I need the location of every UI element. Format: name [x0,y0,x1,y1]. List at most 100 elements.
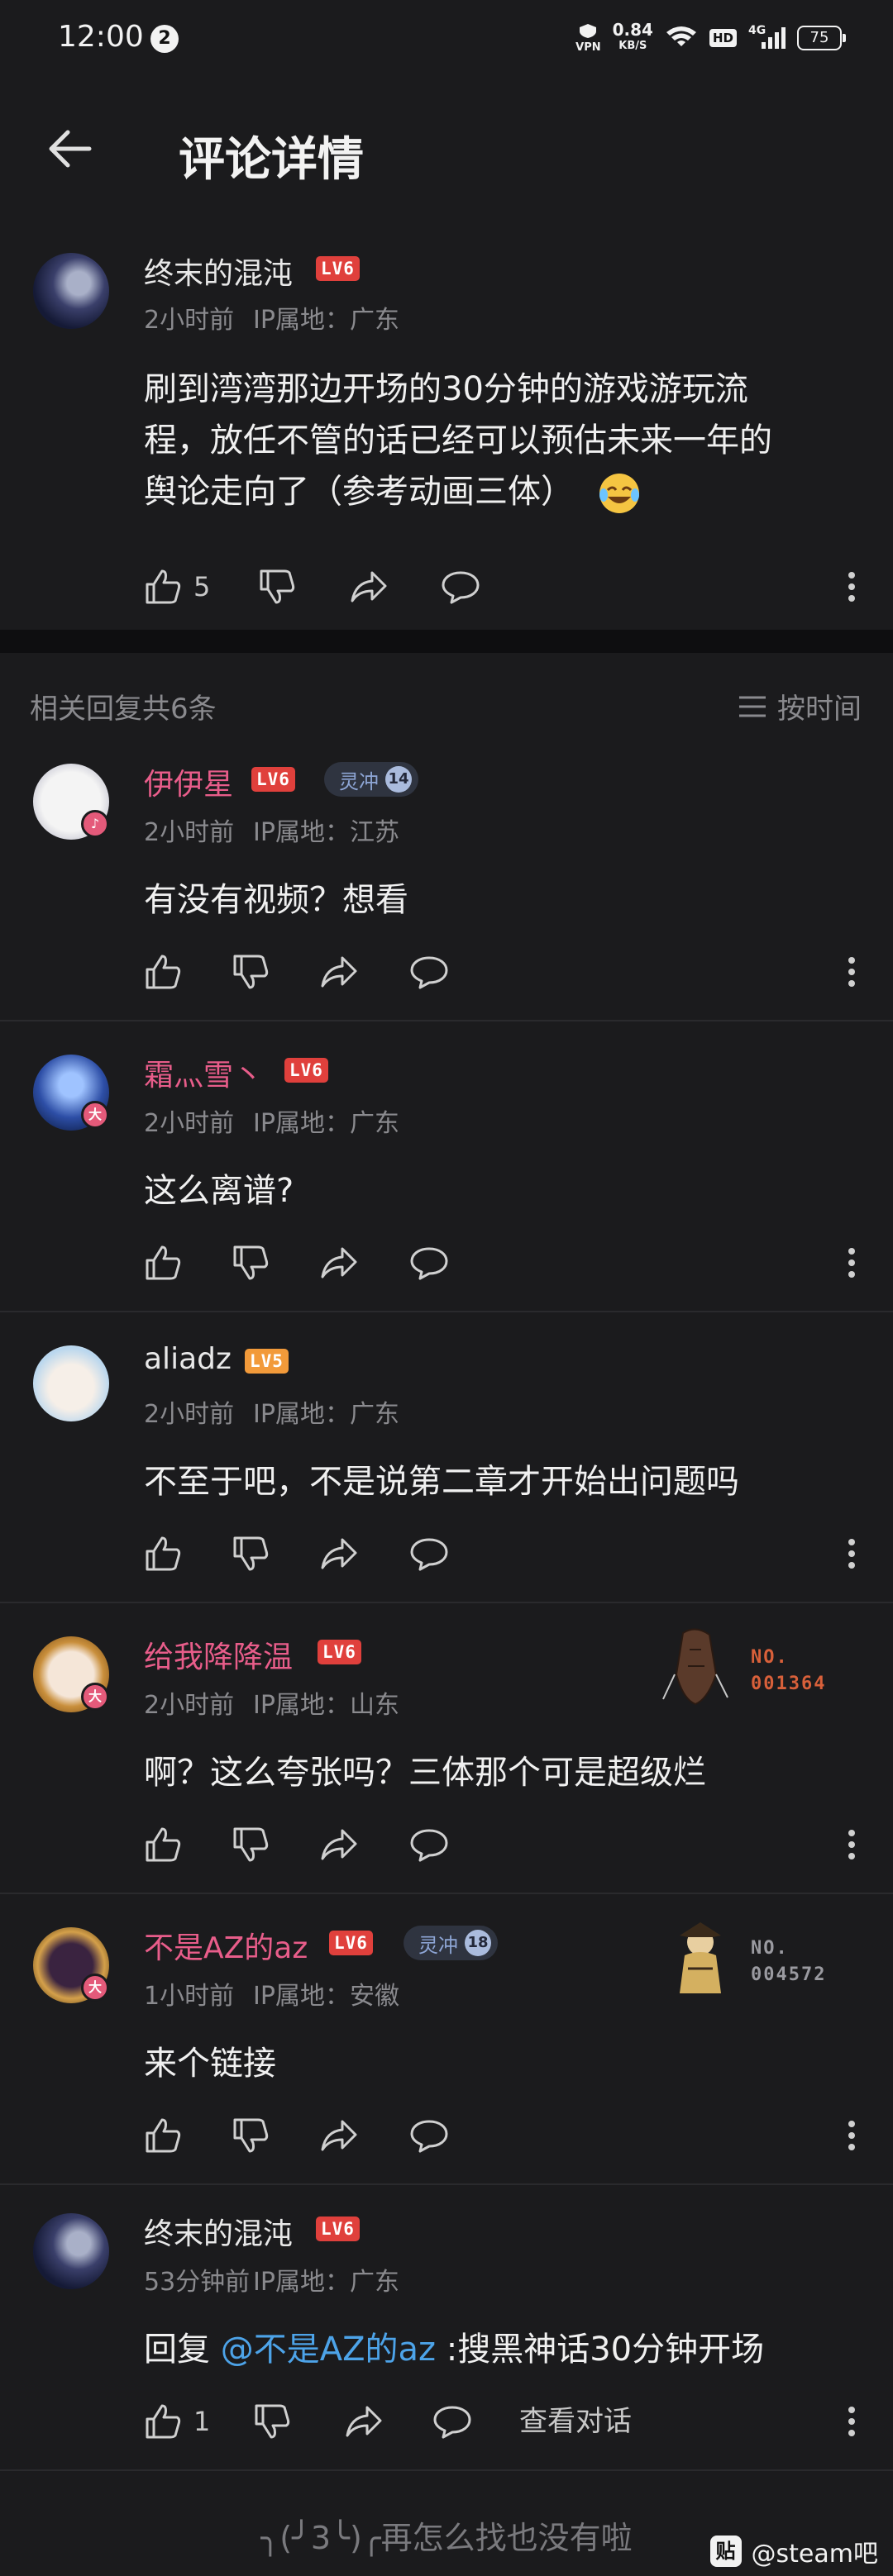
comment-ip: IP属地：广东 [253,1109,399,1138]
dislike-button[interactable] [232,1240,270,1286]
like-button[interactable] [144,1240,182,1286]
comment-time: 1小时前 [144,1982,235,2011]
speed-value: 0.84 [612,20,653,40]
share-button[interactable] [319,2112,359,2159]
comment-actions [141,949,868,995]
level-badge: LV6 [318,1640,361,1664]
thumbs-down-icon [255,2404,290,2439]
comment-time: 2小时前 [144,1691,235,1720]
avatar-badge-icon: 大 [81,1683,109,1711]
reply-button[interactable] [408,2112,450,2159]
reply-button[interactable] [408,1240,450,1286]
comment-time: 2小时前 [144,306,235,335]
reply-button[interactable] [408,1821,450,1868]
like-button[interactable]: 1 [144,2398,210,2445]
level-badge: LV6 [316,2217,360,2241]
share-button[interactable] [319,949,359,995]
section-divider [0,630,893,653]
character-figure-icon [680,1922,721,1993]
comment-content: 啊？这么夸张吗？三体那个可是超级烂 [144,1754,706,1792]
like-button[interactable] [144,1821,182,1868]
content-text: 舆论走向了（参考动画三体） [144,473,574,511]
dislike-button[interactable] [232,2112,270,2159]
reply-button[interactable] [408,1531,450,1577]
share-button[interactable] [319,1240,359,1286]
username[interactable]: 给我降降温 [144,1633,293,1676]
reply-divider [0,1311,893,1312]
vpn-label: VPN [575,41,601,54]
avatar[interactable] [33,253,109,329]
comment-ip: IP属地：广东 [253,1400,399,1429]
comment-ip: IP属地：山东 [253,1691,399,1720]
badge-number: NO. 004572 [751,1936,826,1988]
reply-divider [0,2469,893,2471]
like-button[interactable] [144,1531,182,1577]
dislike-button[interactable] [232,1531,270,1577]
sort-by-time-button[interactable]: 按时间 [738,686,862,726]
more-options-icon[interactable] [835,2398,868,2445]
dislike-button[interactable] [258,564,296,610]
comment-actions [141,1821,868,1868]
username[interactable]: 霜灬雪丶 [144,1051,263,1094]
back-button[interactable] [41,122,99,175]
share-button[interactable] [349,564,389,610]
thumbs-down-icon [233,1536,269,1571]
reply-divider [0,2183,893,2185]
thumbs-down-icon [233,955,269,989]
network-speed: 0.84 KB/S [612,20,653,54]
share-icon [321,1829,357,1860]
dislike-button[interactable] [253,2398,291,2445]
like-button[interactable]: 5 [144,564,210,610]
more-options-icon[interactable] [835,2112,868,2159]
share-button[interactable] [344,2398,384,2445]
comment-bubble-icon [410,956,448,989]
reply-button[interactable] [408,949,450,995]
reply-button[interactable] [432,2398,473,2445]
more-options-icon[interactable] [835,564,868,610]
arrow-left-icon [49,130,92,168]
fan-medal: 灵冲 14 [324,762,418,797]
share-icon [351,571,387,602]
comment-bubble-icon [433,2406,471,2439]
replies-summary: 相关回复共6条 [30,693,217,726]
view-conversation-link[interactable]: 查看对话 [519,2398,632,2445]
notification-count-badge: 2 [150,25,179,53]
share-button[interactable] [319,1821,359,1868]
avatar-badge-icon: ♪ [81,810,109,838]
more-options-icon[interactable] [835,1821,868,1868]
like-count: 1 [193,2406,211,2437]
username[interactable]: 伊伊星 [144,760,233,803]
thumbs-down-icon [233,2118,269,2153]
decoration-badge: NO. 001364 [658,1625,840,1716]
dislike-button[interactable] [232,1821,270,1868]
more-options-icon[interactable] [835,949,868,995]
username[interactable]: aliadz [144,1342,232,1376]
thumbs-up-icon [146,2404,181,2439]
level-badge: LV6 [284,1058,328,1083]
comment-content: 这么离谱? [144,1172,294,1210]
level-badge: LV6 [316,256,360,281]
like-button[interactable] [144,949,182,995]
avatar-badge-icon: 大 [81,1974,109,2002]
thumbs-up-icon [146,569,181,604]
comment-ip: IP属地：安徽 [253,1982,399,2011]
comment-time: 2小时前 [144,1400,235,1429]
username[interactable]: 终末的混沌 [144,250,293,293]
reply-button[interactable] [440,564,481,610]
username[interactable]: 终末的混沌 [144,2210,293,2253]
username[interactable]: 不是AZ的az [144,1924,308,1967]
avatar[interactable] [33,1345,109,1421]
speed-unit: KB/S [618,40,647,52]
dislike-button[interactable] [232,949,270,995]
avatar[interactable] [33,2213,109,2289]
more-options-icon[interactable] [835,1531,868,1577]
comment-content: 来个链接 [144,2045,276,2083]
reply-divider [0,1893,893,1894]
like-button[interactable] [144,2112,182,2159]
user-mention-link[interactable]: @不是AZ的az [221,2331,436,2369]
comment-content: 不至于吧，不是说第二章才开始出问题吗 [144,1463,739,1501]
more-options-icon[interactable] [835,1240,868,1286]
page-header: 评论详情 [0,107,893,190]
share-button[interactable] [319,1531,359,1577]
comment-actions [141,2112,868,2159]
